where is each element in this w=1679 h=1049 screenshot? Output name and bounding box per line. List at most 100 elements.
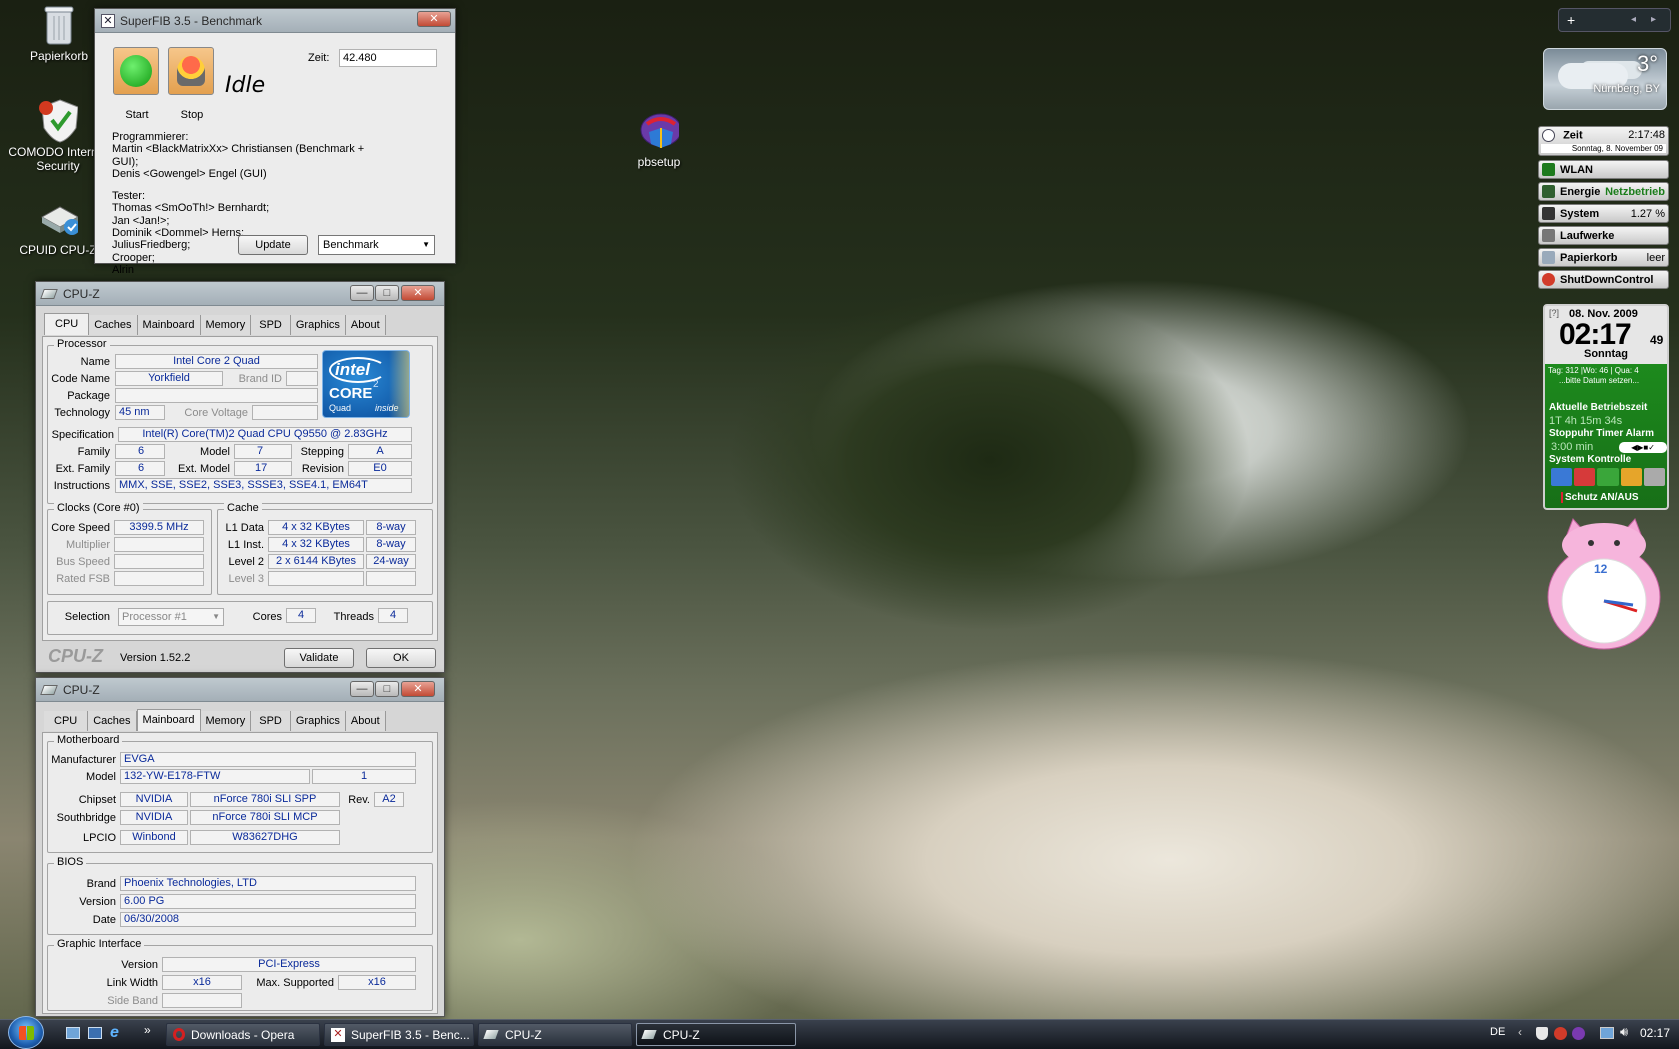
clock-gadget[interactable]: [?] 08. Nov. 2009 02:17 49 Sonntag Tag: … (1543, 304, 1669, 510)
group-label: Motherboard (54, 734, 123, 746)
ratedfsb-label: Rated FSB (56, 573, 110, 585)
sidebar-wlan[interactable]: WLAN (1538, 160, 1669, 179)
stop-button[interactable] (168, 47, 214, 95)
schutz-toggle[interactable]: Schutz AN/AUS (1561, 492, 1639, 503)
language-indicator[interactable]: DE (1490, 1026, 1505, 1038)
minimize-button[interactable]: — (350, 285, 374, 301)
sidebar-system[interactable]: System 1.27 % (1538, 204, 1669, 223)
cpuz-tabs: CPU Caches Mainboard Memory SPD Graphics… (44, 313, 386, 335)
zeit-label: Zeit: (308, 52, 330, 64)
desktop-icon-cpuz[interactable]: CPUID CPU-Z (8, 198, 108, 257)
threads-label: Threads (333, 611, 374, 623)
windows-logo-icon (19, 1026, 34, 1040)
timer-controls[interactable]: ◀▶■✓ (1619, 442, 1667, 453)
system-value: 1.27 % (1630, 207, 1665, 220)
motherboard-group: Motherboard Manufacturer EVGA Model 132-… (47, 734, 433, 853)
maximize-button[interactable]: □ (375, 285, 399, 301)
bios-date-value: 06/30/2008 (120, 912, 416, 927)
quicklaunch-desktop-icon[interactable] (66, 1027, 80, 1039)
tray-expand-icon[interactable]: ‹ (1518, 1025, 1522, 1039)
superfib-titlebar[interactable]: ✕ SuperFIB 3.5 - Benchmark (95, 9, 455, 33)
ok-button[interactable]: OK (366, 648, 436, 668)
tab-graphics[interactable]: Graphics (290, 711, 346, 731)
lock-icon[interactable] (1620, 468, 1642, 486)
busspeed-label: Bus Speed (56, 556, 110, 568)
group-label: Processor (54, 338, 110, 350)
level2-value: 2 x 6144 KBytes (268, 554, 364, 569)
tab-about[interactable]: About (345, 711, 386, 731)
tab-spd[interactable]: SPD (251, 315, 291, 335)
brand-label: Brand (86, 878, 116, 890)
tab-mainboard[interactable]: Mainboard (136, 709, 201, 731)
minimize-button[interactable]: — (350, 681, 374, 697)
tray-clock[interactable]: 02:17 (1640, 1026, 1670, 1040)
start-orb[interactable] (8, 1016, 44, 1049)
chipset-vendor: NVIDIA (120, 792, 188, 807)
tab-graphics[interactable]: Graphics (290, 315, 346, 335)
intel-core2-quad-logo: intel CORE 2 Quad inside (322, 350, 410, 418)
tray-volume-icon[interactable]: 🔊︎ (1620, 1024, 1628, 1040)
gi-version-value: PCI-Express (162, 957, 416, 972)
standby-icon[interactable] (1597, 468, 1619, 486)
sidebar-zeit[interactable]: Zeit 2:17:48 Sonntag, 8. November 09 (1538, 126, 1669, 156)
validate-button[interactable]: Validate (284, 648, 354, 668)
prev-icon[interactable]: ◂ (1631, 14, 1636, 25)
sidebar-energie[interactable]: Energie Netzbetrieb (1538, 182, 1669, 201)
level2-way: 24-way (366, 554, 416, 569)
analog-clock-gadget[interactable]: 12 (1545, 515, 1663, 650)
tab-cpu[interactable]: CPU (44, 711, 89, 731)
sidebar-laufwerke[interactable]: Laufwerke (1538, 226, 1669, 245)
multiplier-label: Multiplier (65, 539, 110, 551)
bios-group: BIOS Brand Phoenix Technologies, LTD Ver… (47, 856, 433, 935)
desktop-icon-pbsetup[interactable]: pbsetup (609, 110, 709, 169)
brandid-label: Brand ID (238, 373, 282, 385)
logoff-icon[interactable] (1643, 468, 1666, 486)
desktop-icon-comodo[interactable]: COMODO Internet Security (8, 99, 108, 173)
processor-group: Processor Name Intel Core 2 Quad Code Na… (47, 338, 433, 504)
tab-caches[interactable]: Caches (88, 711, 137, 731)
sidebar-papierkorb[interactable]: Papierkorb leer (1538, 248, 1669, 267)
instructions-label: Instructions (53, 480, 110, 492)
quicklaunch-switch-icon[interactable] (88, 1027, 102, 1039)
power-icon[interactable] (1551, 468, 1573, 486)
add-gadget-icon[interactable]: + (1567, 12, 1575, 28)
restart-icon[interactable] (1574, 468, 1596, 486)
close-button[interactable]: ✕ (401, 681, 435, 697)
level2-label: Level 2 (228, 556, 264, 568)
taskbar-item-cpuz-1[interactable]: CPU-Z (478, 1023, 632, 1046)
mode-select[interactable]: Benchmark ▼ (318, 235, 435, 255)
start-button[interactable] (113, 47, 159, 95)
quicklaunch-ie-icon[interactable]: e (110, 1024, 119, 1042)
model-value: 132-YW-E178-FTW (120, 769, 310, 784)
tab-memory[interactable]: Memory (200, 315, 252, 335)
tab-mainboard[interactable]: Mainboard (137, 315, 201, 335)
rev-label: Rev. (348, 794, 370, 806)
manufacturer-value: EVGA (120, 752, 416, 767)
quicklaunch-chevron[interactable]: » (144, 1023, 151, 1037)
taskbar-item-superfib[interactable]: ✕ SuperFIB 3.5 - Benc... (324, 1023, 474, 1046)
close-button[interactable]: ✕ (401, 285, 435, 301)
clock-info1: Tag: 312 |Wo: 46 | Qua: 4 (1548, 366, 1639, 375)
status-text: Idle (225, 73, 266, 98)
weather-gadget[interactable]: 3° Nürnberg, BY (1543, 48, 1667, 110)
selection-row: Selection Processor #1 ▼ Cores 4 Threads… (47, 601, 433, 635)
processor-select[interactable]: Processor #1 ▼ (118, 608, 224, 626)
sidebar-shutdown[interactable]: ShutDownControl (1538, 270, 1669, 289)
tab-cpu[interactable]: CPU (44, 313, 90, 335)
clock-numeral-12: 12 (1594, 562, 1608, 576)
taskbar-item-opera[interactable]: Downloads - Opera (166, 1023, 320, 1046)
tab-caches[interactable]: Caches (89, 315, 138, 335)
tab-about[interactable]: About (345, 315, 386, 335)
next-icon[interactable]: ▸ (1651, 14, 1656, 25)
help-link[interactable]: [?] (1549, 308, 1559, 318)
tab-memory[interactable]: Memory (200, 711, 252, 731)
brand-value: Phoenix Technologies, LTD (120, 876, 416, 891)
update-button[interactable]: Update (238, 235, 308, 255)
stepping-label: Stepping (300, 446, 344, 458)
taskbar-item-cpuz-2[interactable]: CPU-Z (636, 1023, 796, 1046)
close-button[interactable]: ✕ (417, 11, 451, 27)
maximize-button[interactable]: □ (375, 681, 399, 697)
gi-version-label: Version (121, 959, 158, 971)
tab-spd[interactable]: SPD (251, 711, 291, 731)
rev-value: A2 (374, 792, 404, 807)
